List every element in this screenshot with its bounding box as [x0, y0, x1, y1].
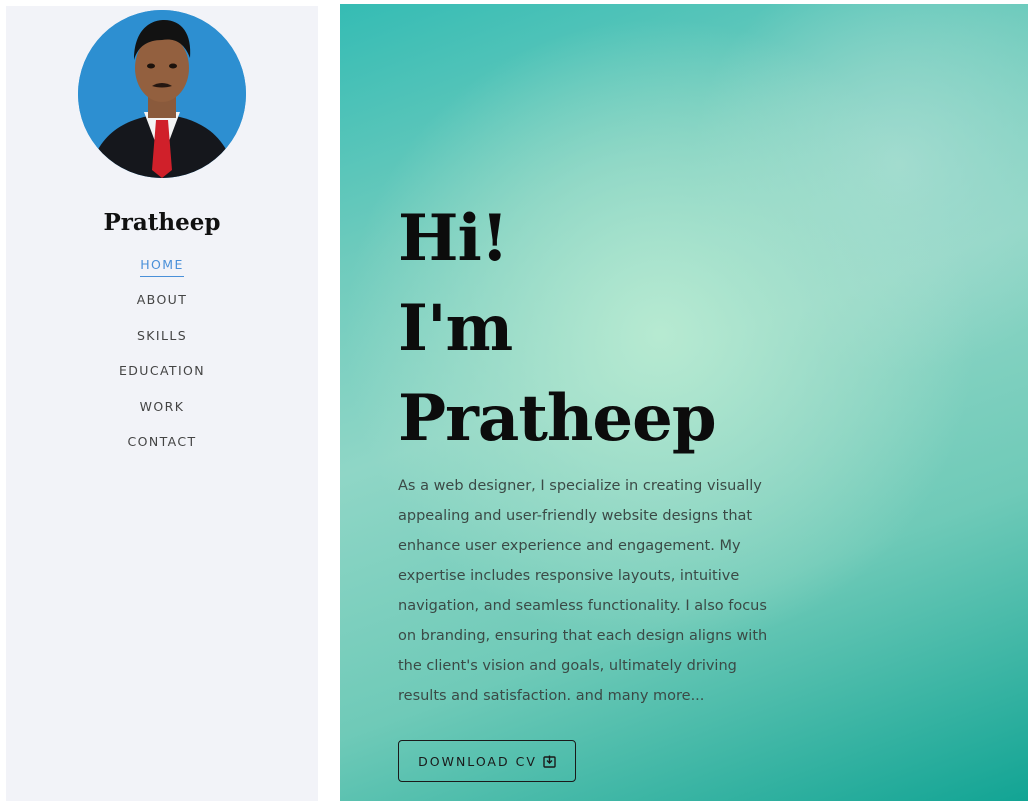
hero-heading-line3: Pratheep — [398, 381, 717, 456]
nav-link-skills[interactable]: SKILLS — [137, 328, 187, 347]
download-icon — [543, 755, 556, 768]
profile-photo — [78, 10, 246, 178]
nav-link-education[interactable]: EDUCATION — [119, 363, 205, 382]
hero-section: Hi! I'm Pratheep As a web designer, I sp… — [340, 4, 1028, 801]
hero-description: As a web designer, I specialize in creat… — [398, 478, 768, 704]
sidebar: Pratheep HOME ABOUT SKILLS EDUCATION WOR… — [6, 6, 318, 801]
profile-name: Pratheep — [103, 209, 221, 236]
nav-link-work[interactable]: WORK — [140, 399, 185, 418]
hero-heading-line1: Hi! — [398, 201, 509, 276]
nav-item-work: WORK — [6, 396, 318, 431]
main-nav: HOME ABOUT SKILLS EDUCATION WORK CONTACT — [6, 254, 318, 466]
nav-item-education: EDUCATION — [6, 360, 318, 395]
nav-link-home[interactable]: HOME — [140, 257, 184, 277]
hero-heading-line2: I'm — [398, 291, 513, 366]
hero-heading: Hi! I'm Pratheep — [398, 194, 717, 464]
nav-item-contact: CONTACT — [6, 431, 318, 466]
nav-link-contact[interactable]: CONTACT — [127, 434, 196, 453]
download-cv-label: DOWNLOAD CV — [418, 753, 537, 769]
download-cv-button[interactable]: DOWNLOAD CV — [398, 740, 576, 782]
avatar — [78, 10, 246, 178]
nav-item-home: HOME — [6, 254, 318, 289]
nav-item-about: ABOUT — [6, 289, 318, 324]
nav-item-skills: SKILLS — [6, 325, 318, 360]
nav-link-about[interactable]: ABOUT — [137, 292, 188, 311]
page: Pratheep HOME ABOUT SKILLS EDUCATION WOR… — [0, 0, 1028, 801]
